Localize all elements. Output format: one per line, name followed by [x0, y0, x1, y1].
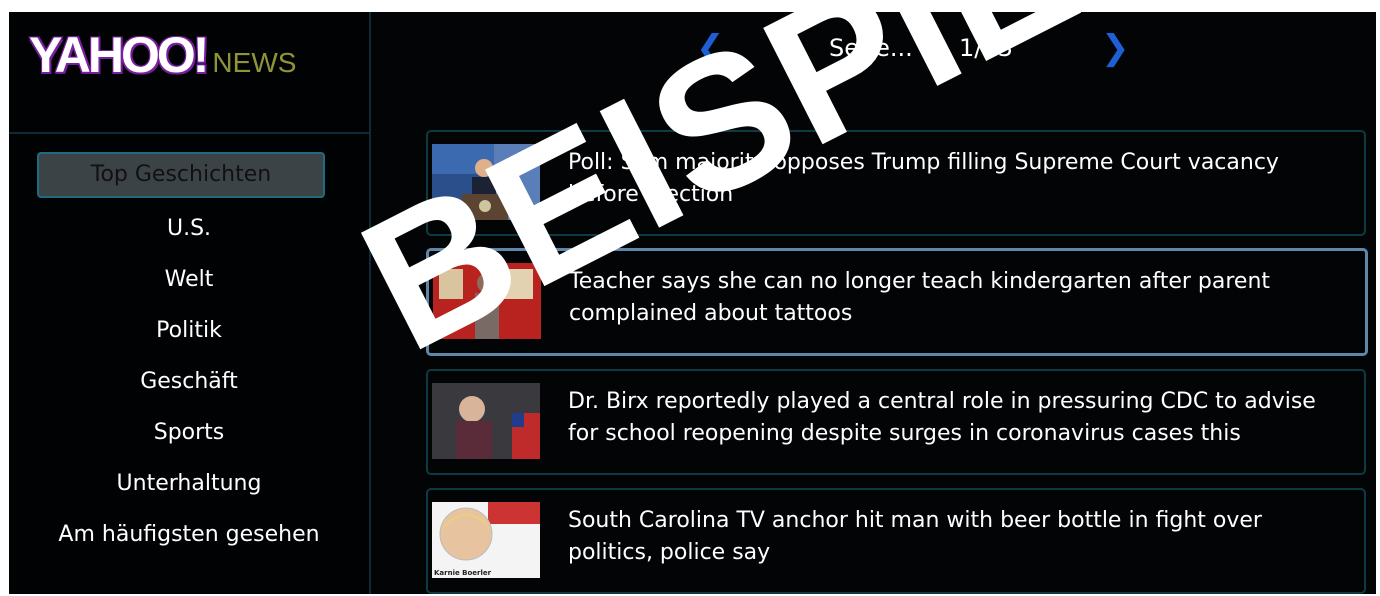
page-label: Seite... — [829, 34, 913, 62]
category-nav: Top Geschichten U.S. Welt Politik Geschä… — [9, 150, 369, 560]
tv-screen: YAHOO! NEWS Top Geschichten U.S. Welt Pol… — [9, 12, 1376, 594]
nav-item-geschaeft[interactable]: Geschäft — [9, 356, 369, 407]
nav-item-sports[interactable]: Sports — [9, 407, 369, 458]
article-headline: Dr. Birx reportedly played a central rol… — [568, 389, 1316, 446]
article-headline: Poll: Slim majority opposes Trump fillin… — [568, 150, 1279, 207]
logo-section: NEWS — [212, 47, 297, 78]
nav-item-unterhaltung[interactable]: Unterhaltung — [9, 458, 369, 509]
logo-area: YAHOO! NEWS — [9, 12, 369, 134]
article-headline: South Carolina TV anchor hit man with be… — [568, 508, 1262, 565]
article-thumbnail — [432, 144, 540, 220]
article-headline: Teacher says she can no longer teach kin… — [569, 269, 1271, 326]
article-card-selected[interactable]: Teacher says she can no longer teach kin… — [426, 248, 1368, 356]
chevron-right-icon[interactable]: ❯ — [1101, 28, 1130, 68]
nav-item-politik[interactable]: Politik — [9, 305, 369, 356]
sidebar: YAHOO! NEWS Top Geschichten U.S. Welt Pol… — [9, 12, 371, 594]
yahoo-news-logo: YAHOO! NEWS — [28, 26, 297, 84]
article-card[interactable]: Poll: Slim majority opposes Trump fillin… — [426, 130, 1366, 236]
page-number: 1/13 — [959, 34, 1013, 62]
article-card[interactable]: Karnie Boerler South Carolina TV anchor … — [426, 488, 1366, 594]
article-thumbnail — [433, 263, 541, 339]
nav-item-us[interactable]: U.S. — [9, 203, 369, 254]
chevron-left-icon[interactable]: ❮ — [696, 28, 725, 68]
thumbnail-caption: Karnie Boerler — [434, 569, 492, 577]
article-card[interactable]: Dr. Birx reportedly played a central rol… — [426, 369, 1366, 475]
nav-item-am-haeufigsten-gesehen[interactable]: Am häufigsten gesehen — [9, 509, 369, 560]
article-thumbnail — [432, 383, 540, 459]
pager: ❮ Seite... 1/13 ❯ — [369, 12, 1376, 82]
logo-brand: YAHOO! — [28, 26, 210, 84]
nav-item-welt[interactable]: Welt — [9, 254, 369, 305]
nav-item-top-geschichten[interactable]: Top Geschichten — [37, 152, 325, 198]
article-thumbnail: Karnie Boerler — [432, 502, 540, 578]
